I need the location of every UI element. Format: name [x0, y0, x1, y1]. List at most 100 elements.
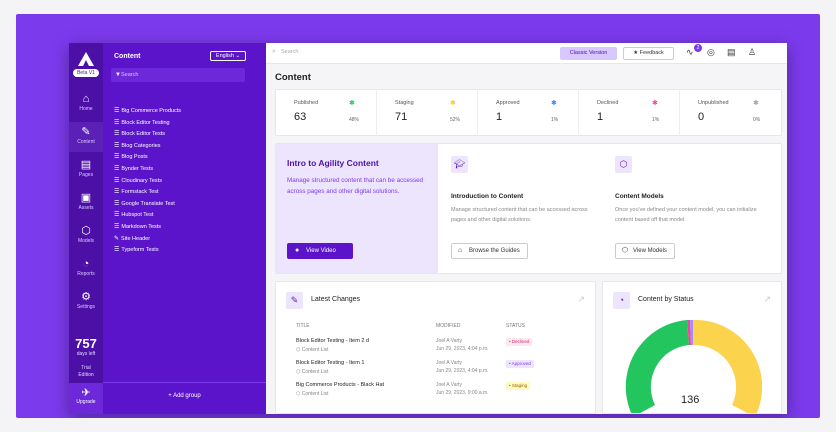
sidebar-divider — [103, 382, 266, 383]
rail-item-label: Assets — [78, 205, 94, 211]
unpublished-dot-icon: ✱ — [753, 100, 759, 107]
intro-content-title: Introduction to Content — [451, 193, 524, 200]
table-row[interactable]: Big Commerce Products - Black Hat ⬡ Cont… — [296, 382, 586, 404]
status-badge: • Staging — [506, 382, 531, 390]
sidebar-item[interactable]: ✎ Site Header — [114, 234, 181, 246]
globe-icon[interactable]: ◎ — [707, 47, 715, 58]
upgrade-button[interactable]: ✈ Upgrade — [69, 383, 103, 414]
rail-item-reports[interactable]: ◔ Reports — [69, 254, 103, 284]
stat-label: Declined — [597, 100, 619, 106]
assets-icon: ▣ — [80, 192, 92, 204]
stat-label: Unpublished — [698, 100, 729, 106]
stat-staging[interactable]: Staging ✱ 71 52% — [377, 90, 478, 137]
row-sub-label: Content List — [301, 347, 329, 353]
approved-dot-icon: ✱ — [551, 100, 557, 107]
row-author: Joel A Varty — [436, 360, 463, 366]
published-dot-icon: ✱ — [349, 100, 355, 107]
rail-item-home[interactable]: ⌂ Home — [69, 89, 103, 119]
rail-item-assets[interactable]: ▣ Assets — [69, 188, 103, 218]
rail-item-content[interactable]: ✎ Content — [69, 122, 103, 152]
search-icon: ⌕ — [272, 48, 276, 55]
content-sidebar: Content English ⌄ ▼ Search ☰ Big Commerce… — [103, 43, 266, 414]
sidebar-item[interactable]: ☰ Blog Posts — [114, 152, 181, 164]
list-icon: ☰ — [114, 108, 120, 114]
stat-declined[interactable]: Declined ✱ 1 1% — [579, 90, 680, 137]
sidebar-item[interactable]: ☰ Markdown Tests — [114, 222, 181, 234]
view-video-button[interactable]: ● View Video — [287, 243, 353, 259]
sidebar-item-label: Markdown Tests — [121, 223, 162, 230]
user-icon[interactable]: ♙ — [748, 47, 756, 58]
add-group-button[interactable]: + Add group — [103, 393, 266, 399]
sidebar-item[interactable]: ☰ Blog Categories — [114, 141, 181, 153]
rail-item-settings[interactable]: ⚙ Settings — [69, 287, 103, 317]
list-icon: ☰ — [114, 131, 120, 138]
col-title: TITLE — [296, 323, 310, 329]
donut-segment-published — [625, 320, 689, 413]
language-select[interactable]: English ⌄ — [210, 51, 246, 61]
status-badge: • Declined — [506, 338, 533, 346]
row-title: Big Commerce Products - Black Hat — [296, 382, 385, 388]
table-row[interactable]: Block Editor Testing - Item 2 d ⬡ Conten… — [296, 338, 586, 360]
intro-content-text: Manage structured content that can be ac… — [451, 207, 588, 223]
days-left-count: 757 — [75, 336, 97, 351]
stat-pct: 52% — [450, 117, 461, 123]
sidebar-item-label: Big Commerce Products — [121, 108, 181, 114]
status-total: 136 — [681, 394, 700, 406]
version-badge: Beta V1 — [73, 69, 99, 77]
agility-logo-icon[interactable] — [77, 51, 95, 67]
stat-approved[interactable]: Approved ✱ 1 1% — [478, 90, 579, 137]
play-icon: ● — [295, 247, 300, 254]
browse-guides-button[interactable]: ⌂ Browse the Guides — [451, 243, 528, 259]
sidebar-item[interactable]: ☰ Formstack Test — [114, 187, 181, 199]
sidebar-item[interactable]: ☰ Hubspot Test — [114, 210, 181, 222]
background-frame: Beta V1 ⌂ Home ✎ Content ▤ Pages ▣ Asset… — [16, 14, 820, 418]
rail-item-label: Reports — [77, 271, 95, 277]
graduation-cap-icon: ⌂ — [458, 247, 463, 254]
view-models-button[interactable]: ⬡ View Models — [615, 243, 675, 259]
sidebar-item[interactable]: ☰ Google Translate Test — [114, 199, 181, 211]
sidebar-item[interactable]: ☰ Block Editor Tests — [114, 129, 181, 141]
list-icon: ☰ — [114, 247, 120, 254]
feedback-button[interactable]: ★ Feedback — [623, 47, 674, 60]
rail-item-models[interactable]: ⬡ Models — [69, 221, 103, 251]
intro-title: Intro to Agility Content — [287, 158, 379, 168]
stat-published[interactable]: Published ✱ 63 48% — [276, 90, 377, 137]
staging-dot-icon: ✱ — [450, 100, 456, 107]
upgrade-label: Upgrade — [76, 399, 96, 405]
classic-version-button[interactable]: Classic Version — [560, 47, 617, 60]
content-models-text: Once you've defined your content model, … — [615, 207, 757, 223]
stat-label: Staging — [395, 100, 414, 106]
sidebar-item[interactable]: ☰ Block Editor Testing — [114, 118, 181, 130]
rail-item-label: Content — [77, 139, 95, 145]
stat-unpublished[interactable]: Unpublished ✱ 0 0% — [680, 90, 781, 137]
sidebar-item-label: Site Header — [121, 235, 151, 242]
stat-value: 1 — [597, 111, 604, 123]
sidebar-item-label: Google Translate Test — [121, 200, 175, 207]
list-icon: ☰ — [114, 177, 120, 184]
cube-icon: ⬡ — [615, 156, 632, 173]
content-list: ☰ Big Commerce Products ☰ Block Editor Tes… — [114, 106, 181, 257]
content-icon: ✎ — [81, 126, 91, 138]
global-search-input[interactable]: Search — [281, 49, 298, 55]
list-icon: ☰ — [114, 154, 120, 161]
sidebar-search-input[interactable]: ▼ Search — [111, 68, 245, 82]
sidebar-item-label: Typeform Tests — [121, 247, 159, 254]
table-row[interactable]: Block Editor Testing - Item 1 ⬡ Content … — [296, 360, 586, 382]
row-author: Joel A Varty — [436, 338, 463, 344]
sidebar-item[interactable]: ☰ Cloudinary Tests — [114, 176, 181, 188]
expand-arrow-icon[interactable]: ↗ — [577, 294, 585, 305]
row-sub: ⬡ Content List — [296, 369, 329, 375]
upgrade-icon: ✈ — [81, 387, 91, 399]
sidebar-item[interactable]: ☰ Big Commerce Products — [114, 106, 181, 118]
latest-changes-card: ✎ Latest Changes ↗ TITLE MODIFIED STATUS… — [275, 281, 596, 414]
activity-icon[interactable]: ∿ — [686, 47, 694, 58]
docs-icon[interactable]: ▤ — [727, 47, 736, 58]
sidebar-item[interactable]: ☰ Bynder Tests — [114, 164, 181, 176]
top-bar: ⌕ Search Classic Version ★ Feedback ∿ 2 … — [266, 43, 787, 64]
rail-item-pages[interactable]: ▤ Pages — [69, 155, 103, 185]
settings-icon: ⚙ — [81, 291, 91, 303]
reports-icon: ◔ — [82, 258, 90, 270]
sidebar-item-label: Formstack Test — [121, 189, 159, 196]
sidebar-item[interactable]: ☰ Typeform Tests — [114, 245, 181, 257]
stat-pct: 0% — [753, 117, 761, 123]
